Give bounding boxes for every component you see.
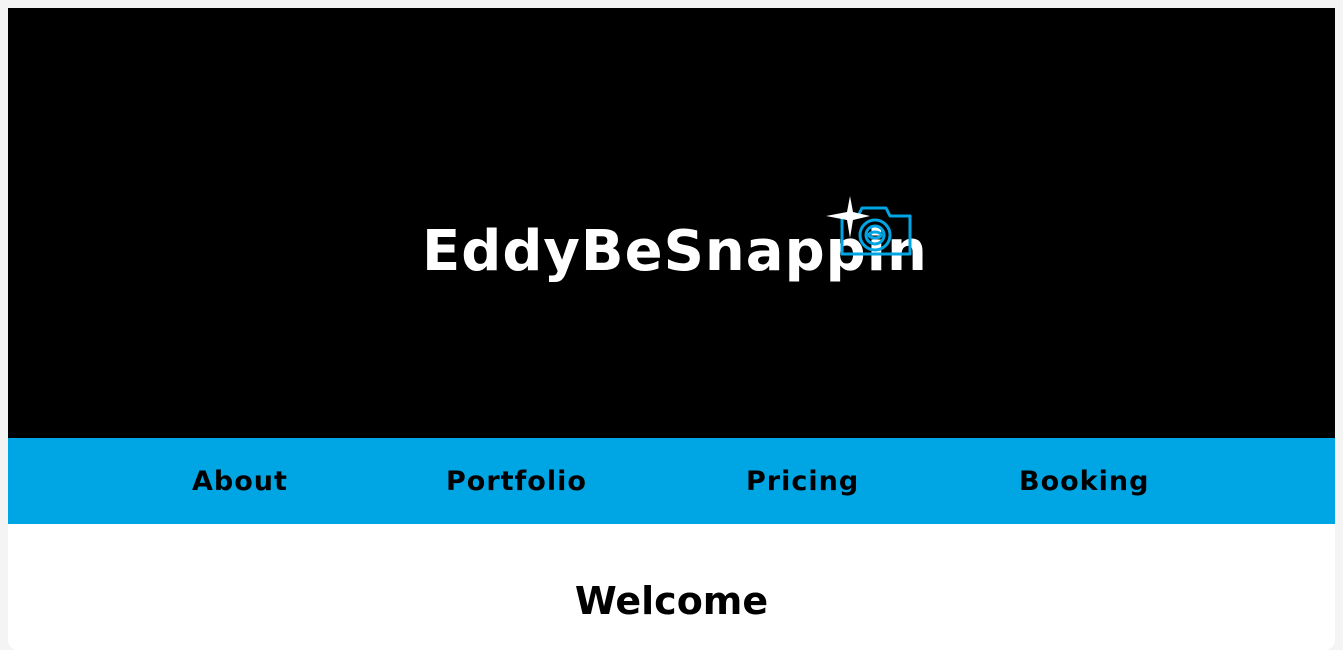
main-nav: About Portfolio Pricing Booking bbox=[8, 438, 1335, 524]
nav-link-portfolio[interactable]: Portfolio bbox=[446, 465, 587, 499]
nav-link-pricing[interactable]: Pricing bbox=[746, 465, 859, 499]
nav-link-booking[interactable]: Booking bbox=[1019, 465, 1149, 499]
hero-banner: EddyBeSnappin bbox=[8, 8, 1335, 438]
page: EddyBeSnappin About Portfolio Pricing Bo… bbox=[8, 8, 1335, 650]
camera-flash-icon bbox=[826, 196, 912, 256]
nav-link-about[interactable]: About bbox=[192, 465, 288, 499]
welcome-heading: Welcome bbox=[574, 579, 769, 623]
